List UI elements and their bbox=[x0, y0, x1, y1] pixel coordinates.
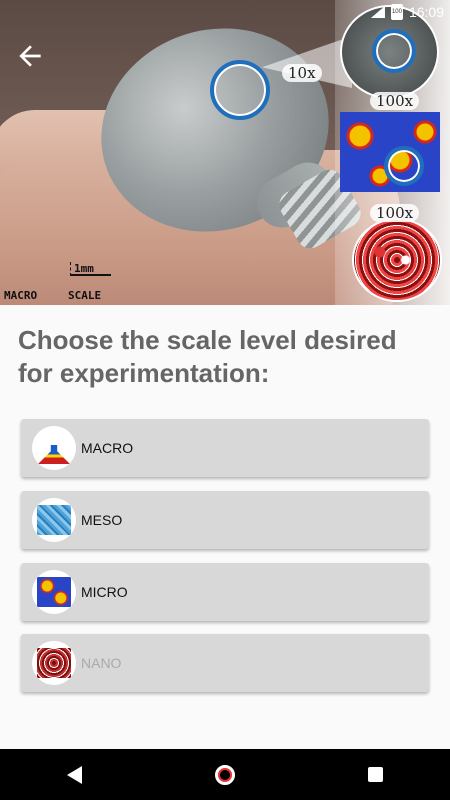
zoom-label-100x: 100x bbox=[370, 92, 420, 110]
nano-icon bbox=[37, 648, 71, 678]
macro-icon bbox=[38, 432, 70, 464]
hero-image: 10x 100x 100x 1mm MACRO SCALE bbox=[0, 0, 450, 305]
square-recent-icon[interactable] bbox=[368, 767, 384, 782]
zoom-label-10x: 10x bbox=[282, 64, 322, 82]
navigation-bar bbox=[0, 749, 450, 800]
meso-thumbnail bbox=[32, 498, 76, 542]
option-macro[interactable]: MACRO bbox=[21, 419, 429, 477]
option-micro[interactable]: MICRO bbox=[21, 563, 429, 621]
scale-caption-right: SCALE bbox=[68, 289, 102, 302]
option-meso[interactable]: MESO bbox=[21, 491, 429, 549]
option-label: NANO bbox=[81, 655, 122, 671]
zoom-ring bbox=[372, 29, 416, 73]
nano-image bbox=[352, 218, 442, 302]
micro-icon bbox=[37, 577, 71, 607]
zoom-ring bbox=[384, 146, 424, 186]
zoom-label-100x-second: 100x bbox=[370, 204, 420, 222]
triangle-back-icon[interactable] bbox=[66, 765, 82, 784]
option-label: MICRO bbox=[81, 584, 128, 600]
arrow-left-icon bbox=[19, 45, 41, 67]
scale-prompt: Choose the scale level desired for exper… bbox=[18, 325, 397, 388]
back-button[interactable] bbox=[14, 40, 46, 72]
meso-icon bbox=[37, 505, 71, 535]
option-label: MACRO bbox=[81, 440, 134, 456]
micro-thumbnail bbox=[32, 570, 76, 614]
micro-cube-image bbox=[340, 112, 440, 192]
macro-thumbnail bbox=[32, 426, 76, 470]
nano-thumbnail bbox=[32, 641, 76, 685]
circle-home-icon[interactable] bbox=[214, 764, 235, 785]
signal-icon bbox=[370, 6, 385, 18]
option-nano: NANO bbox=[21, 634, 429, 692]
scale-caption-left: MACRO bbox=[4, 289, 38, 302]
status-time: 16:09 bbox=[408, 4, 444, 20]
status-bar: 100 16:09 bbox=[370, 4, 444, 20]
zoom-ring bbox=[210, 60, 270, 120]
battery-icon: 100 bbox=[390, 4, 403, 20]
scale-bar bbox=[70, 262, 111, 276]
option-label: MESO bbox=[81, 512, 123, 528]
